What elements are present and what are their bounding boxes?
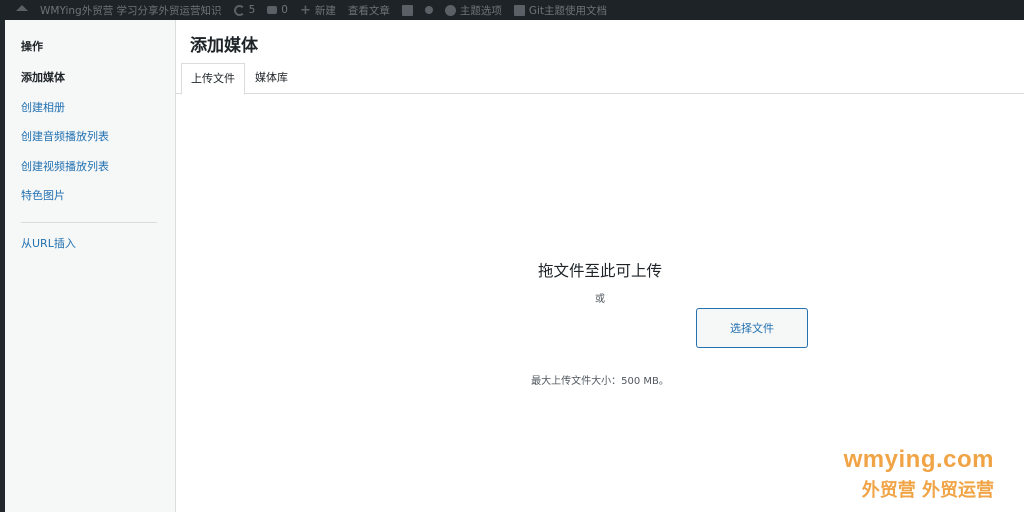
comments-link[interactable]: 0 [267,4,288,16]
new-label: 新建 [314,4,336,17]
watermark: wmying.com 外贸营 外贸运营 [844,446,994,502]
dot-icon [424,6,433,14]
menu-item-featured-image[interactable]: 特色图片 [5,189,175,219]
theme-options-link[interactable]: 主题选项 [444,3,502,18]
docs-link[interactable]: Git主题使用文档 [513,3,608,18]
menu-item-video-playlist[interactable]: 创建视频播放列表 [5,160,175,190]
new-content-link[interactable]: + 新建 [300,3,336,18]
watermark-slogan: 外贸营 外贸运营 [861,480,994,501]
home-icon [16,5,28,11]
select-files-button[interactable]: 选择文件 [696,308,808,348]
menu-heading: 操作 [21,40,43,53]
watermark-domain: wmying.com [843,446,994,473]
menu-separator [21,221,157,223]
media-menu: 操作 添加媒体 创建相册 创建音频播放列表 创建视频播放列表 特色图片 从URL… [5,20,176,512]
wp-home-link[interactable] [16,5,28,13]
site-title-link[interactable]: WMYing外贸营 学习分享外贸运营知识 [40,3,222,18]
drop-instructions: 拖文件至此可上传 [537,262,662,280]
media-modal: 操作 添加媒体 创建相册 创建音频播放列表 创建视频播放列表 特色图片 从URL… [5,20,1024,512]
menu-item-insert-from-url[interactable]: 从URL插入 [5,237,175,267]
plus-icon: + [299,2,311,18]
document-icon [513,4,525,16]
tab-upload-files[interactable]: 上传文件 [181,63,245,95]
admin-bar: WMYing外贸营 学习分享外贸运营知识 5 0 + 新建 查看文章 主题选项 … [0,0,1024,20]
comment-icon [267,6,278,14]
tab-media-library[interactable]: 媒体库 [246,63,297,94]
menu-item-add-media[interactable]: 添加媒体 [5,71,175,101]
comments-count: 0 [281,4,288,16]
theme-options-label: 主题选项 [459,4,502,17]
docs-label: Git主题使用文档 [528,4,608,17]
yoast-menu[interactable] [401,4,413,16]
router-tabs: 上传文件 媒体库 [176,63,1024,95]
updates-count: 5 [248,4,256,16]
or-text: 或 [595,294,605,305]
accessibility-icon [444,4,456,16]
menu-item-audio-playlist[interactable]: 创建音频播放列表 [5,130,175,160]
media-frame: 添加媒体 上传文件 媒体库 拖文件至此可上传 或 选择文件 最大上传文件大小：5… [176,20,1024,512]
updates-link[interactable]: 5 [233,4,256,16]
view-post-link[interactable]: 查看文章 [348,3,390,18]
menu-item-create-gallery[interactable]: 创建相册 [5,101,175,131]
max-upload-size: 最大上传文件大小：500 MB。 [531,376,669,387]
yoast-icon [401,4,413,16]
updates-icon [233,4,245,16]
modal-title: 添加媒体 [190,36,258,56]
status-dot [424,6,433,14]
